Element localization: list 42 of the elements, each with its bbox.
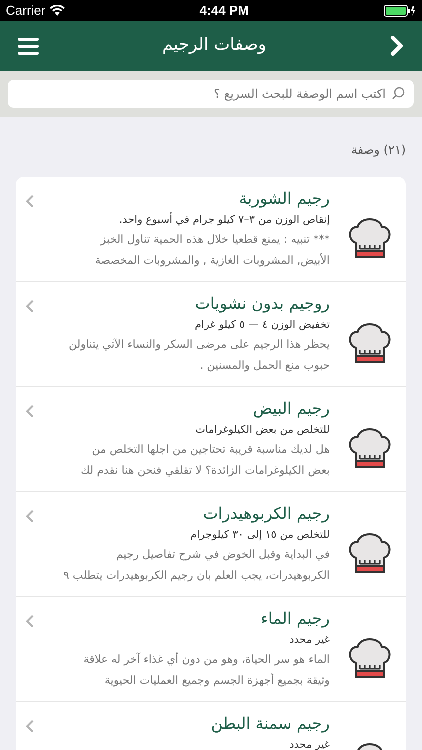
recipe-title: رجيم الشوربة <box>239 188 330 210</box>
recipe-title: رجيم الكربوهيدرات <box>203 503 330 525</box>
recipe-description: يحظر هذا الرجيم على مرضى السكر والنساء الآتي يتناولن <box>68 337 330 353</box>
recipe-subtitle: غير محدد <box>290 633 330 648</box>
recipe-subtitle: إنقاص الوزن من ٣–٧ كيلو جرام في أسبوع واحد. <box>119 212 330 228</box>
chevron-icon <box>26 510 34 523</box>
search-field[interactable]: اكتب اسم الوصفة للبحث السريع ؟ <box>8 80 414 108</box>
recipe-description: الكربوهيدرات، يجب العلم بان رجيم الكربوهيدرات يتطلب ٩ <box>63 568 330 584</box>
carrier-label: Carrier <box>6 2 46 20</box>
recipe-description: *** تنبيه : يمنع قطعيا خلال هذه الحمية تناول الخبز <box>100 232 330 248</box>
recipe-title: رجيم البيض <box>253 398 330 420</box>
recipe-description: الماء هو سر الحياة، وهو من دون أي غذاء آخر له علاقة <box>84 651 330 668</box>
status-time: 4:44 PM <box>200 2 249 20</box>
chevron-icon <box>26 720 34 733</box>
recipe-subtitle: تخفيض الوزن ٤ — ٥ كيلو غرام <box>195 318 330 333</box>
recipe-subtitle: للتخلص من بعض الكيلوغرامات <box>196 423 330 438</box>
recipe-title: رجيم الماء <box>260 608 330 630</box>
recipe-row[interactable]: رجيم الشوربة إنقاص الوزن من ٣–٧ كيلو جرام في أسبوع واحد. *** تنبيه : يمنع قطعيا خلال هذه الحمية تناول الخبز الأبيض, المشروبات الغازية , والمشروبات المخصصة <box>16 177 406 282</box>
wifi-icon <box>50 5 65 16</box>
recipe-description: الأبيض, المشروبات الغازية , والمشروبات المخصصة <box>95 252 330 269</box>
screen-title: وصفات الرجيم <box>162 34 267 58</box>
chevron-icon <box>26 405 34 418</box>
chevron-icon <box>26 300 34 313</box>
chevron-icon <box>26 195 34 208</box>
search-icon <box>392 87 405 100</box>
recipe-description: وثيقة بجميع أجهزة الجسم وجميع العمليات الحيوية <box>104 672 330 689</box>
recipe-description: في البداية وقبل الخوض في شرح تفاصيل رجيم <box>116 547 330 563</box>
recipe-count: (٢١) وصفة <box>351 142 406 159</box>
recipe-row[interactable]: رجيم الماء غير محدد الماء هو سر الحياة، وهو من دون أي غذاء آخر له علاقة وثيقة بجميع أجهزة الجسم وجميع العمليات الحيوية <box>16 597 406 702</box>
recipe-description: بعض الكيلوغرامات الزائدة؟ لا تقلقي فنحن هنا نقدم لك <box>80 463 330 479</box>
recipe-description: هل لديك مناسبة قريبة تحتاجين من اجلها التخلص من <box>92 442 330 458</box>
chevron-icon <box>26 615 34 628</box>
back-button[interactable] <box>390 36 404 56</box>
recipe-row[interactable]: روجيم بدون نشويات تخفيض الوزن ٤ — ٥ كيلو غرام يحظر هذا الرجيم على مرضى السكر والنساء الآتي يتناولن حبوب منع الحمل والمسنين . <box>16 282 406 387</box>
recipe-subtitle: للتخلص من ١٥ إلى ٣٠ كيلوجرام <box>190 528 330 543</box>
recipe-title: روجيم بدون نشويات <box>195 293 330 315</box>
recipe-row[interactable]: رجيم الكربوهيدرات للتخلص من ١٥ إلى ٣٠ كيلوجرام في البداية وقبل الخوض في شرح تفاصيل رجيم الكربوهيدرات، يجب العلم بان رجيم الكربوهيدرات يتطلب ٩ <box>16 492 406 597</box>
menu-button[interactable] <box>18 38 39 54</box>
battery-icon <box>384 4 416 16</box>
recipe-description: حبوب منع الحمل والمسنين . <box>200 358 330 374</box>
recipe-title: رجيم سمنة البطن <box>211 713 330 735</box>
recipe-row[interactable]: رجيم البيض للتخلص من بعض الكيلوغرامات هل لديك مناسبة قريبة تحتاجين من اجلها التخلص من بعض الكيلوغرامات الزائدة؟ لا تقلقي فنحن هنا نقدم لك <box>16 387 406 492</box>
